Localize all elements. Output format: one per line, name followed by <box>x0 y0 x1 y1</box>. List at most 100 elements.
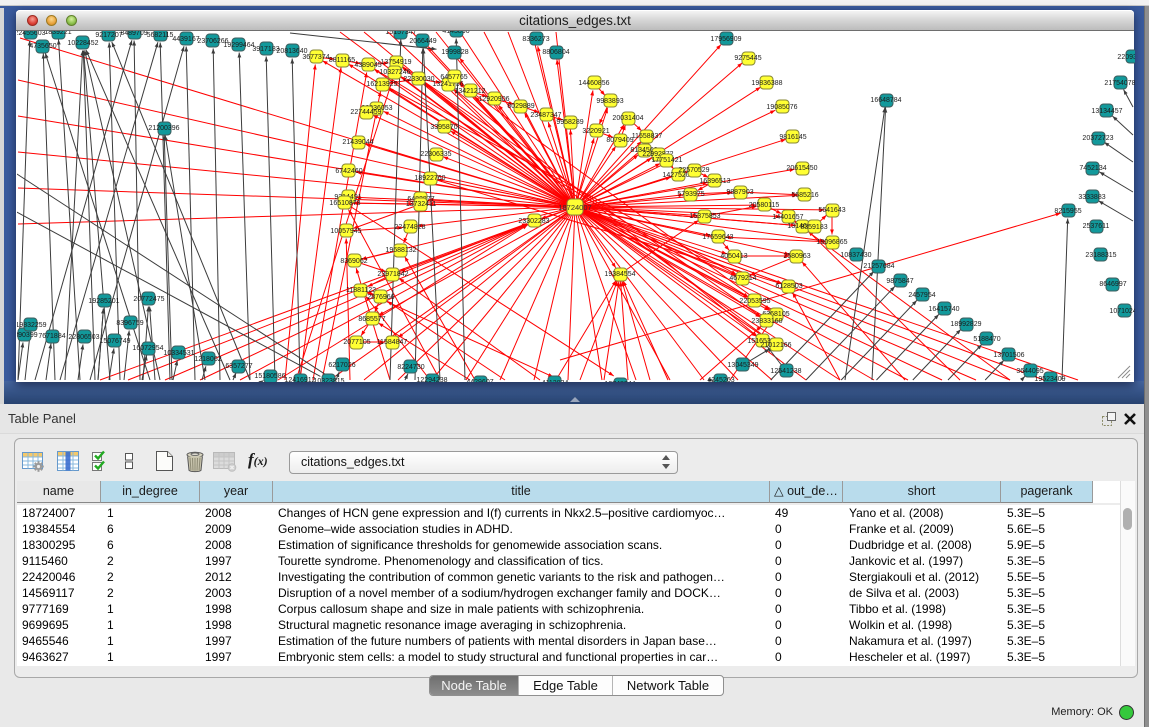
svg-text:21257684: 21257684 <box>863 263 894 270</box>
svg-text:22330030: 22330030 <box>403 76 434 83</box>
svg-text:8224730: 8224730 <box>397 364 424 371</box>
svg-text:5682115: 5682115 <box>147 32 174 39</box>
svg-text:4679214: 4679214 <box>729 275 756 282</box>
svg-text:22053595: 22053595 <box>739 298 770 305</box>
svg-text:10334531: 10334531 <box>163 350 194 357</box>
svg-text:2066449: 2066449 <box>409 38 436 45</box>
svg-text:23487347: 23487347 <box>530 112 561 119</box>
svg-text:13045349: 13045349 <box>727 362 758 369</box>
svg-text:4245263: 4245263 <box>707 377 734 382</box>
svg-text:10837430: 10837430 <box>840 252 871 259</box>
svg-text:10228452: 10228452 <box>67 40 98 47</box>
svg-text:21200396: 21200396 <box>148 125 179 132</box>
svg-text:9816145: 9816145 <box>779 134 806 141</box>
svg-text:6457765: 6457765 <box>440 74 467 81</box>
svg-text:9887903: 9887903 <box>726 189 753 196</box>
svg-text:9875847: 9875847 <box>886 278 913 285</box>
svg-text:22306335: 22306335 <box>420 151 451 158</box>
svg-text:16213925: 16213925 <box>366 81 397 88</box>
svg-text:19688132: 19688132 <box>385 247 416 254</box>
svg-text:19523409: 19523409 <box>1034 376 1065 382</box>
svg-text:1999828: 1999828 <box>441 49 468 56</box>
svg-text:8685577: 8685577 <box>358 316 385 323</box>
svg-text:22093651: 22093651 <box>1117 54 1135 61</box>
svg-text:6128503: 6128503 <box>775 283 802 290</box>
svg-text:1839221: 1839221 <box>44 31 71 36</box>
svg-text:8396759: 8396759 <box>116 320 143 327</box>
svg-text:10323815: 10323815 <box>313 378 344 382</box>
svg-text:9958289: 9958289 <box>556 119 583 126</box>
svg-text:4112034: 4112034 <box>542 380 569 382</box>
svg-text:20615450: 20615450 <box>786 165 817 172</box>
svg-text:9983893: 9983893 <box>596 98 623 105</box>
svg-text:16510878: 16510878 <box>329 200 360 207</box>
svg-text:10057945: 10057945 <box>330 228 361 235</box>
svg-text:21754078: 21754078 <box>1104 80 1135 87</box>
svg-text:2580963: 2580963 <box>783 253 810 260</box>
svg-text:20031404: 20031404 <box>612 115 643 122</box>
svg-text:6742460: 6742460 <box>335 168 362 175</box>
svg-text:6217026: 6217026 <box>328 362 355 369</box>
svg-text:19384554: 19384554 <box>604 271 635 278</box>
svg-text:23833160: 23833160 <box>751 318 782 325</box>
svg-text:22570529: 22570529 <box>678 167 709 174</box>
svg-text:5793975: 5793975 <box>677 191 704 198</box>
svg-text:19285201: 19285201 <box>88 298 119 305</box>
svg-text:10327246: 10327246 <box>379 69 410 76</box>
svg-text:17956909: 17956909 <box>710 36 741 43</box>
svg-text:3677374: 3677374 <box>302 54 329 61</box>
svg-text:8029889: 8029889 <box>507 103 534 110</box>
svg-text:15375853: 15375853 <box>689 213 720 220</box>
svg-text:15076749: 15076749 <box>99 338 130 345</box>
svg-text:21012166: 21012166 <box>760 342 791 349</box>
svg-text:12294238: 12294238 <box>416 377 447 382</box>
svg-text:16072954: 16072954 <box>132 345 163 352</box>
svg-text:8336273: 8336273 <box>522 36 549 43</box>
svg-text:20772475: 20772475 <box>133 296 164 303</box>
svg-text:8215955: 8215955 <box>1054 208 1081 215</box>
svg-text:1890399: 1890399 <box>17 332 38 339</box>
svg-text:4389045: 4389045 <box>354 62 381 69</box>
svg-text:3220921: 3220921 <box>582 128 609 135</box>
svg-text:19832259: 19832259 <box>17 322 47 329</box>
svg-text:13134457: 13134457 <box>1091 108 1122 115</box>
svg-text:19085076: 19085076 <box>766 104 797 111</box>
svg-text:23302283: 23302283 <box>518 218 549 225</box>
svg-text:16396513: 16396513 <box>699 178 730 185</box>
svg-text:14460856: 14460856 <box>578 80 609 87</box>
svg-text:10710248: 10710248 <box>1109 308 1135 315</box>
svg-text:13732411: 13732411 <box>406 201 437 208</box>
svg-text:11881122: 11881122 <box>346 287 376 294</box>
svg-text:15157347: 15157347 <box>385 31 416 36</box>
svg-text:18922760: 18922760 <box>414 175 445 182</box>
svg-text:20580115: 20580115 <box>749 202 780 209</box>
svg-text:8489709: 8489709 <box>120 31 147 37</box>
svg-text:17751421: 17751421 <box>651 157 682 164</box>
svg-text:8646997: 8646997 <box>1099 281 1126 288</box>
svg-text:15180586: 15180586 <box>254 373 285 380</box>
svg-text:4429607: 4429607 <box>466 379 493 382</box>
svg-text:2077105: 2077105 <box>343 339 370 346</box>
svg-text:2537611: 2537611 <box>1083 223 1110 230</box>
svg-text:18992829: 18992829 <box>950 321 981 328</box>
svg-text:5641643: 5641643 <box>818 207 845 214</box>
svg-text:21439044: 21439044 <box>342 139 373 146</box>
svg-text:4735650: 4735650 <box>29 43 56 50</box>
svg-text:7671884: 7671884 <box>38 333 65 340</box>
svg-text:8369062: 8369062 <box>340 258 367 265</box>
svg-text:12416912: 12416912 <box>284 377 315 382</box>
svg-text:12920906: 12920906 <box>478 96 509 103</box>
svg-text:2876966: 2876966 <box>367 294 394 301</box>
svg-text:12541238: 12541238 <box>770 368 801 375</box>
svg-text:16648784: 16648784 <box>870 97 901 104</box>
svg-text:13754919: 13754919 <box>380 59 411 66</box>
svg-text:9217207: 9217207 <box>95 32 122 39</box>
svg-text:22744459: 22744459 <box>350 109 381 116</box>
svg-text:3644095: 3644095 <box>1016 368 1043 375</box>
svg-text:18724007: 18724007 <box>558 203 591 212</box>
svg-text:9275445: 9275445 <box>734 55 761 62</box>
svg-text:22474828: 22474828 <box>394 224 425 231</box>
svg-text:3395870: 3395870 <box>430 124 457 131</box>
svg-text:4050413: 4050413 <box>720 253 747 260</box>
svg-text:22455603: 22455603 <box>17 31 46 37</box>
